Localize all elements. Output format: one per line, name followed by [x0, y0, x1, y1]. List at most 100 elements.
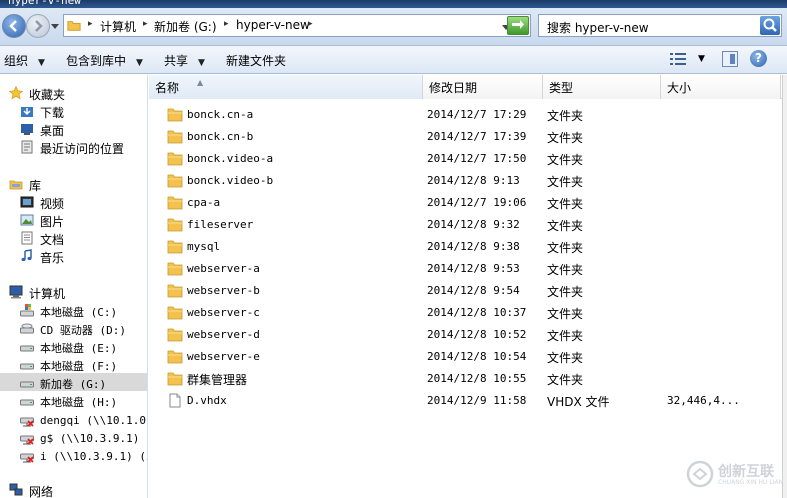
folder-icon: [167, 130, 183, 144]
back-button[interactable]: [2, 14, 26, 38]
column-header-type[interactable]: 类型: [543, 75, 661, 99]
file-name: webserver-e: [187, 350, 260, 363]
breadcrumb-separator-icon[interactable]: ▸: [224, 19, 229, 29]
library-icon: [9, 180, 23, 190]
nav-drive-g[interactable]: 新加卷 (G:): [0, 373, 147, 391]
breadcrumb-drive[interactable]: 新加卷 (G:): [154, 18, 217, 35]
file-name: webserver-d: [187, 328, 260, 341]
folder-icon: [167, 372, 183, 386]
refresh-button[interactable]: [507, 16, 529, 35]
drive-icon: [20, 381, 34, 388]
file-row[interactable]: 群集管理器 2014/12/8 10:55 文件夹: [149, 368, 782, 390]
forward-arrow-icon: [35, 20, 43, 32]
file-row[interactable]: bonck.video-b 2014/12/8 9:13 文件夹: [149, 170, 782, 192]
address-bar[interactable]: ▸ 计算机 ▸ 新加卷 (G:) ▸ hyper-v-new ▸: [63, 14, 531, 37]
nav-computer[interactable]: 计算机: [0, 283, 147, 301]
file-modified-date: 2014/12/8 9:13: [427, 174, 520, 187]
file-name: mysql: [187, 240, 221, 253]
file-modified-date: 2014/12/8 9:38: [427, 240, 520, 253]
file-row[interactable]: bonck.cn-a 2014/12/7 17:29 文件夹: [149, 104, 782, 126]
file-type: 文件夹: [547, 351, 584, 365]
folder-icon: [167, 240, 183, 254]
nav-drive-f[interactable]: 本地磁盘 (F:): [0, 355, 147, 373]
nav-drive-h[interactable]: 本地磁盘 (H:): [0, 391, 147, 409]
nav-drive-c[interactable]: 本地磁盘 (C:): [0, 301, 147, 319]
preview-pane-button[interactable]: [722, 51, 738, 67]
nav-network-drive[interactable]: dengqi (\\10.1.0.2: [0, 411, 147, 429]
file-row[interactable]: D.vhdx 2014/12/9 11:58 VHDX 文件 32,446,4...: [149, 390, 782, 412]
file-name: 群集管理器: [187, 373, 248, 387]
nav-item-label: 视频: [40, 197, 65, 211]
file-type: 文件夹: [547, 263, 584, 277]
file-row[interactable]: webserver-e 2014/12/8 10:54 文件夹: [149, 346, 782, 368]
nav-item-documents[interactable]: 文档: [0, 229, 147, 247]
star-icon: [9, 86, 23, 100]
search-box[interactable]: 搜索 hyper-v-new: [538, 14, 782, 37]
file-row[interactable]: webserver-b 2014/12/8 9:54 文件夹: [149, 280, 782, 302]
file-row[interactable]: cpa-a 2014/12/7 19:06 文件夹: [149, 192, 782, 214]
file-row[interactable]: fileserver 2014/12/8 9:32 文件夹: [149, 214, 782, 236]
nav-network[interactable]: 网络: [0, 481, 147, 498]
file-modified-date: 2014/12/7 17:39: [427, 130, 527, 143]
nav-item-pictures[interactable]: 图片: [0, 211, 147, 229]
nav-item-music[interactable]: 音乐: [0, 247, 147, 265]
column-header-size[interactable]: 大小: [661, 75, 781, 99]
share-button[interactable]: 共享 ▼: [164, 52, 205, 69]
search-input[interactable]: 搜索 hyper-v-new: [547, 19, 649, 36]
nav-item-label: 最近访问的位置: [40, 142, 125, 156]
forward-button[interactable]: [26, 14, 50, 38]
file-name: D.vhdx: [187, 394, 227, 407]
new-folder-button[interactable]: 新建文件夹: [226, 52, 286, 69]
history-dropdown-icon[interactable]: [51, 22, 59, 30]
nav-libraries[interactable]: 库: [0, 175, 147, 193]
file-name: fileserver: [187, 218, 254, 231]
nav-item-desktop[interactable]: 桌面: [0, 120, 147, 138]
view-options-icon[interactable]: [670, 52, 686, 66]
file-name: cpa-a: [187, 196, 221, 209]
nav-item-recent-places[interactable]: 最近访问的位置: [0, 138, 147, 156]
nav-item-videos[interactable]: 视频: [0, 193, 147, 211]
file-name: bonck.video-a: [187, 152, 274, 165]
disconnected-network-drive-icon: [20, 453, 34, 463]
file-type: 文件夹: [547, 153, 584, 167]
document-icon: [21, 231, 33, 245]
help-button[interactable]: ?: [750, 50, 767, 67]
file-modified-date: 2014/12/8 9:53: [427, 262, 520, 275]
file-modified-date: 2014/12/7 19:06: [427, 196, 527, 209]
breadcrumb-separator-icon[interactable]: ▸: [143, 19, 148, 29]
nav-favorites[interactable]: 收藏夹: [0, 84, 147, 102]
search-button[interactable]: [760, 16, 780, 35]
file-row[interactable]: webserver-c 2014/12/8 10:37 文件夹: [149, 302, 782, 324]
file-row[interactable]: mysql 2014/12/8 9:38 文件夹: [149, 236, 782, 258]
file-modified-date: 2014/12/8 9:54: [427, 284, 520, 297]
include-in-library-label: 包含到库中: [66, 54, 127, 68]
nav-item-label: g$ (\\10.3.9.1) (Y: [40, 432, 148, 445]
nav-drive-e[interactable]: 本地磁盘 (E:): [0, 337, 147, 355]
refresh-icon: [512, 20, 524, 29]
breadcrumb-computer[interactable]: 计算机: [100, 18, 136, 35]
organize-button[interactable]: 组织 ▼: [4, 52, 45, 69]
nav-item-downloads[interactable]: 下载: [0, 102, 147, 120]
file-type: 文件夹: [547, 175, 584, 189]
file-type: 文件夹: [547, 197, 584, 211]
breadcrumb-folder[interactable]: hyper-v-new: [236, 18, 310, 32]
vertical-scrollbar[interactable]: [782, 75, 787, 498]
breadcrumb-separator-icon[interactable]: ▸: [88, 19, 93, 29]
file-modified-date: 2014/12/8 10:54: [427, 350, 527, 363]
nav-network-label: 网络: [29, 485, 54, 498]
title-bar: hyper-v-new: [0, 0, 787, 8]
column-header-date[interactable]: 修改日期: [423, 75, 543, 99]
breadcrumb-separator-icon[interactable]: ▸: [308, 19, 313, 29]
nav-network-drive[interactable]: i (\\10.3.9.1) (Z:: [0, 447, 147, 465]
file-list[interactable]: 名称 ▲ 修改日期 类型 大小 bonck.cn-a 2014/12/7 17:2…: [149, 75, 782, 498]
nav-network-drive[interactable]: g$ (\\10.3.9.1) (Y: [0, 429, 148, 447]
nav-drive-d[interactable]: CD 驱动器 (D:): [0, 319, 147, 337]
file-row[interactable]: webserver-d 2014/12/8 10:52 文件夹: [149, 324, 782, 346]
column-header-name[interactable]: 名称 ▲: [149, 75, 423, 99]
file-row[interactable]: bonck.cn-b 2014/12/7 17:39 文件夹: [149, 126, 782, 148]
file-row[interactable]: webserver-a 2014/12/8 9:53 文件夹: [149, 258, 782, 280]
view-dropdown-icon[interactable]: ▼: [698, 54, 705, 64]
navigation-pane[interactable]: 收藏夹 下载 桌面 最近访问的位置 库 视频 图片 文档 音乐 计算机 本地磁盘…: [0, 75, 148, 498]
include-in-library-button[interactable]: 包含到库中 ▼: [66, 52, 143, 69]
file-row[interactable]: bonck.video-a 2014/12/7 17:50 文件夹: [149, 148, 782, 170]
